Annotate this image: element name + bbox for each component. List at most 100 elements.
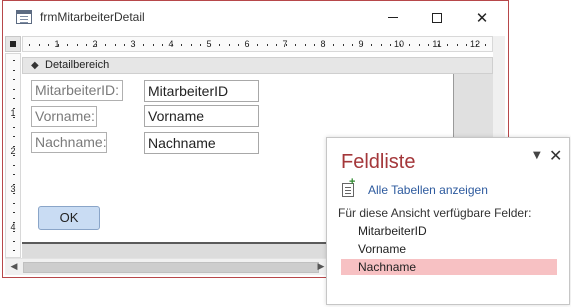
ruler-tick [371, 44, 372, 46]
pane-options-icon[interactable]: ▼ [533, 150, 541, 161]
form-selector[interactable] [5, 36, 21, 52]
ruler-tick [228, 44, 230, 46]
ruler-tick [352, 44, 353, 46]
ruler-tick [48, 44, 49, 46]
ruler-tick [390, 44, 391, 46]
ruler-tick [171, 44, 173, 46]
minimize-button[interactable] [371, 1, 415, 34]
section-label: Detailbereich [45, 59, 110, 71]
field-item-nachname[interactable]: Nachname [341, 259, 557, 275]
ruler-tick [456, 44, 458, 46]
ruler-tick [257, 44, 258, 46]
ruler-tick [124, 44, 125, 46]
ruler-tick [399, 44, 401, 46]
form-icon [16, 10, 32, 24]
ruler-tick [86, 44, 87, 46]
ruler-tick [13, 164, 15, 166]
ruler-tick [190, 44, 192, 46]
ruler-tick [181, 44, 182, 46]
ruler-tick [13, 117, 15, 118]
minimize-icon [388, 17, 398, 18]
ruler-tick [13, 155, 15, 156]
ruler-tick [13, 98, 15, 99]
ruler-tick [428, 44, 429, 46]
section-arrow-icon: ◆ [31, 60, 39, 71]
textbox-vorname[interactable]: Vorname [144, 105, 259, 127]
ruler-tick [13, 183, 15, 185]
close-icon: ✕ [475, 8, 489, 27]
field-item-vorname[interactable]: Vorname [341, 241, 557, 257]
maximize-icon [432, 12, 442, 23]
title-bar[interactable]: frmMitarbeiterDetail ✕ [3, 1, 508, 34]
ruler-tick [13, 136, 15, 137]
ruler-tick [105, 44, 106, 46]
ruler-tick [266, 44, 268, 46]
ruler-tick [57, 44, 59, 46]
field-item-mitarbeiterid[interactable]: MitarbeiterID [341, 223, 557, 239]
ruler-tick [95, 44, 97, 46]
section-header-detail[interactable]: ◆ Detailbereich [22, 57, 493, 74]
close-button[interactable]: ✕ [460, 1, 504, 34]
ruler-tick [323, 44, 325, 46]
ruler-tick [13, 126, 15, 128]
ruler-tick [13, 240, 15, 242]
ruler-tick [13, 193, 15, 194]
ruler-tick [418, 44, 420, 46]
label-vorname[interactable]: Vorname: [31, 106, 97, 127]
ruler-tick [13, 212, 15, 213]
ruler-tick [143, 44, 144, 46]
ruler-tick [200, 44, 201, 46]
ruler-tick [475, 44, 477, 46]
ok-button[interactable]: OK [38, 206, 100, 230]
field-list-pane: Feldliste ▼ ✕ Alle Tabellen anzeigen Für… [326, 137, 570, 305]
ruler-tick [13, 221, 15, 223]
ruler-tick [13, 174, 15, 175]
ruler-tick [13, 250, 15, 251]
ruler-tick [276, 44, 277, 46]
ruler-tick [295, 44, 296, 46]
add-table-icon [342, 176, 355, 197]
window-title: frmMitarbeiterDetail [40, 10, 145, 24]
ruler-tick [114, 44, 116, 46]
ruler-tick [13, 231, 15, 232]
ruler-tick [314, 44, 315, 46]
ruler-tick [342, 44, 344, 46]
pane-close-icon[interactable]: ✕ [549, 146, 562, 165]
ruler-tick [466, 44, 467, 46]
ruler-tick [380, 44, 382, 46]
textbox-nachname[interactable]: Nachname [144, 132, 259, 154]
scroll-left-icon[interactable]: ◀ [7, 261, 21, 273]
ruler-tick [13, 107, 15, 109]
ruler-tick [13, 88, 15, 90]
ruler-tick [219, 44, 220, 46]
ruler-tick [238, 44, 239, 46]
show-all-tables-link[interactable]: Alle Tabellen anzeigen [368, 183, 488, 197]
vertical-ruler: 1 2 3 4 [5, 53, 21, 258]
ruler-tick [29, 44, 30, 46]
ruler-tick [361, 44, 363, 46]
ruler-tick [209, 44, 211, 46]
ruler-tick [162, 44, 163, 46]
ruler-tick [13, 79, 15, 80]
ruler-tick [409, 44, 410, 46]
ruler-tick [304, 44, 306, 46]
ruler-tick [437, 44, 439, 46]
ruler-tick [13, 145, 15, 147]
ruler-tick [133, 44, 135, 46]
ruler-tick [38, 44, 40, 46]
ruler-tick [285, 44, 287, 46]
ruler-tick [13, 60, 15, 61]
ruler-tick [152, 44, 154, 46]
ruler-tick [247, 44, 249, 46]
label-mitarbeiterid[interactable]: MitarbeiterID: [31, 80, 123, 101]
scrollbar-thumb[interactable] [23, 262, 319, 273]
available-fields-label: Für diese Ansicht verfügbare Felder: [338, 206, 532, 220]
ruler-tick [76, 44, 78, 46]
ruler-tick [67, 44, 68, 46]
label-nachname[interactable]: Nachname: [31, 132, 107, 153]
ruler-tick [485, 44, 486, 46]
textbox-mitarbeiterid[interactable]: MitarbeiterID [144, 80, 259, 102]
ruler-tick [447, 44, 448, 46]
ruler-tick [333, 44, 334, 46]
maximize-button[interactable] [415, 1, 459, 34]
